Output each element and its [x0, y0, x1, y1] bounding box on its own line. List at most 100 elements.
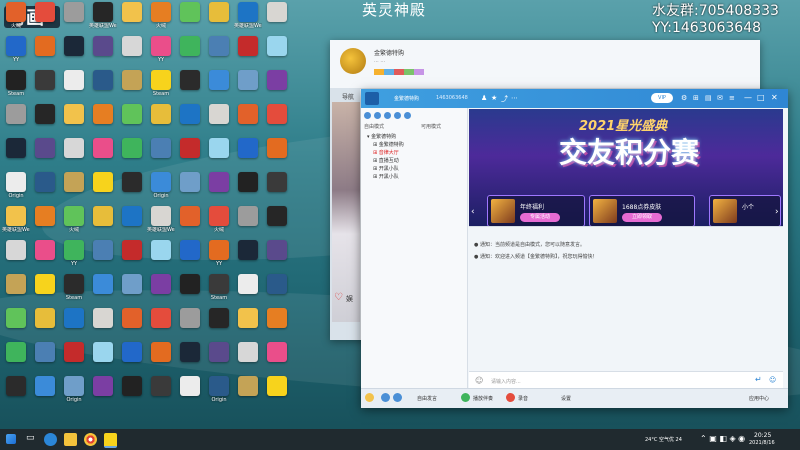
desktop-shortcut[interactable] — [2, 308, 30, 342]
file-explorer-icon[interactable] — [64, 433, 77, 446]
desktop-shortcut[interactable] — [31, 172, 59, 206]
desktop-shortcut[interactable] — [263, 376, 291, 410]
banner-card-button[interactable]: 专属活动 — [520, 213, 560, 222]
desktop-shortcut[interactable] — [263, 206, 291, 240]
desktop-shortcut[interactable] — [234, 376, 262, 410]
weather-status[interactable]: 24°C 空气优 24 — [645, 436, 682, 443]
chevron-left-icon[interactable]: ‹ — [471, 207, 475, 217]
desktop-shortcut[interactable] — [263, 36, 291, 70]
desktop-shortcut[interactable] — [263, 2, 291, 36]
music-icon[interactable] — [461, 393, 470, 402]
desktop-shortcut[interactable] — [31, 70, 59, 104]
tab-nav[interactable]: 导航 — [342, 92, 354, 101]
avatar-small[interactable] — [365, 393, 374, 402]
desktop-shortcut[interactable] — [89, 172, 117, 206]
desktop-shortcut[interactable] — [31, 2, 59, 36]
chevron-right-icon[interactable]: › — [775, 207, 779, 217]
desktop-shortcut[interactable] — [263, 342, 291, 376]
list-icon[interactable] — [394, 112, 401, 119]
desktop-shortcut[interactable] — [176, 70, 204, 104]
desktop-shortcut[interactable] — [31, 376, 59, 410]
desktop-shortcut[interactable]: Steam — [60, 274, 88, 308]
desktop-shortcut[interactable] — [89, 70, 117, 104]
desktop-shortcut[interactable] — [31, 206, 59, 240]
desktop-shortcut[interactable] — [176, 342, 204, 376]
desktop-shortcut[interactable] — [118, 138, 146, 172]
desktop-shortcut[interactable]: 火绒 — [205, 206, 233, 240]
emoji-icon[interactable]: ☺ — [475, 376, 483, 385]
desktop-shortcut[interactable] — [263, 240, 291, 274]
settings-icon[interactable]: ⚙ — [681, 94, 687, 102]
vip-badge[interactable]: VIP — [651, 93, 673, 103]
desktop-shortcut[interactable] — [234, 308, 262, 342]
more-icon[interactable]: ⋯ — [511, 94, 518, 102]
desktop-shortcut[interactable] — [205, 342, 233, 376]
channel-tree-item[interactable]: ⊞ 直播互动 — [367, 157, 467, 165]
app-center-button[interactable]: 应用中心 — [749, 395, 769, 402]
desktop-shortcut[interactable] — [60, 138, 88, 172]
desktop-shortcut[interactable]: 火绒 — [60, 206, 88, 240]
star-icon[interactable]: ★ — [491, 94, 497, 102]
desktop-shortcut[interactable] — [89, 104, 117, 138]
desktop-shortcut[interactable] — [147, 376, 175, 410]
send-icon[interactable]: ↵ — [755, 375, 762, 384]
desktop-shortcut[interactable] — [176, 2, 204, 36]
desktop-shortcut[interactable]: Origin — [2, 172, 30, 206]
record-button[interactable]: 录音 — [518, 395, 528, 402]
desktop-shortcut[interactable] — [147, 342, 175, 376]
desktop-shortcut[interactable] — [147, 104, 175, 138]
desktop-shortcut[interactable]: 火绒 — [2, 2, 30, 36]
desktop-shortcut[interactable] — [60, 2, 88, 36]
maximize-icon[interactable]: □ — [757, 93, 765, 102]
desktop-shortcut[interactable] — [263, 172, 291, 206]
desktop-shortcut[interactable] — [31, 104, 59, 138]
desktop-shortcut[interactable] — [118, 342, 146, 376]
desktop-shortcut[interactable] — [89, 206, 117, 240]
play-accompaniment[interactable]: 播放伴奏 — [473, 395, 493, 402]
desktop-shortcut[interactable] — [205, 36, 233, 70]
desktop-shortcut[interactable] — [31, 342, 59, 376]
desktop-shortcut[interactable] — [31, 138, 59, 172]
desktop-shortcut[interactable]: YY — [147, 36, 175, 70]
desktop-shortcut[interactable] — [176, 308, 204, 342]
desktop-shortcut[interactable]: Steam — [147, 70, 175, 104]
windows-start-icon[interactable] — [6, 434, 16, 444]
close-icon[interactable]: ✕ — [771, 93, 778, 102]
mic-mode[interactable]: 自由发言 — [417, 395, 437, 402]
desktop-shortcut[interactable]: 英雄联盟WeGame — [89, 2, 117, 36]
desktop-shortcut[interactable] — [234, 172, 262, 206]
task-view-icon[interactable]: ▭ — [26, 433, 39, 446]
desktop-shortcut[interactable] — [234, 240, 262, 274]
tray-icons[interactable]: ⌃ ▣ ◧ ◈ ◉ — [700, 434, 745, 443]
desktop-shortcut[interactable] — [176, 36, 204, 70]
desktop-shortcut[interactable] — [60, 104, 88, 138]
desktop-shortcut[interactable] — [263, 70, 291, 104]
contacts-icon[interactable] — [364, 112, 371, 119]
record-icon[interactable] — [506, 393, 515, 402]
game-icon[interactable]: ⊞ — [693, 94, 699, 102]
channel-tree-item[interactable]: ⊞ 音律大厅 — [367, 149, 467, 157]
event-banner[interactable]: 2021星光盛典 交友积分赛 年终福利 专属活动 1688点券皮肤 立即领取 小个 ‹ … — [469, 109, 783, 226]
desktop-shortcut[interactable] — [60, 36, 88, 70]
desktop-shortcut[interactable] — [147, 274, 175, 308]
desktop-shortcut[interactable] — [118, 36, 146, 70]
channel-tree-item[interactable]: ⊞ 开黑小队 — [367, 165, 467, 173]
desktop-shortcut[interactable] — [60, 308, 88, 342]
mic-icon[interactable] — [393, 393, 402, 402]
banner-card-button[interactable]: 立即领取 — [622, 213, 662, 222]
desktop-shortcut[interactable] — [234, 138, 262, 172]
desktop-shortcut[interactable] — [147, 240, 175, 274]
banner-card[interactable]: 小个 — [709, 195, 781, 226]
desktop-shortcut[interactable] — [176, 104, 204, 138]
desktop-shortcut[interactable] — [2, 274, 30, 308]
desktop-shortcut[interactable] — [118, 376, 146, 410]
desktop-shortcut[interactable] — [234, 342, 262, 376]
desktop-shortcut[interactable]: Steam — [205, 274, 233, 308]
banner-card[interactable]: 年终福利 专属活动 — [487, 195, 585, 226]
desktop-shortcut[interactable] — [60, 172, 88, 206]
desktop-shortcut[interactable] — [205, 172, 233, 206]
desktop-shortcut[interactable] — [176, 274, 204, 308]
share-icon[interactable]: ⤴ — [501, 94, 508, 104]
desktop-shortcut[interactable] — [118, 274, 146, 308]
desktop-shortcut[interactable] — [2, 138, 30, 172]
